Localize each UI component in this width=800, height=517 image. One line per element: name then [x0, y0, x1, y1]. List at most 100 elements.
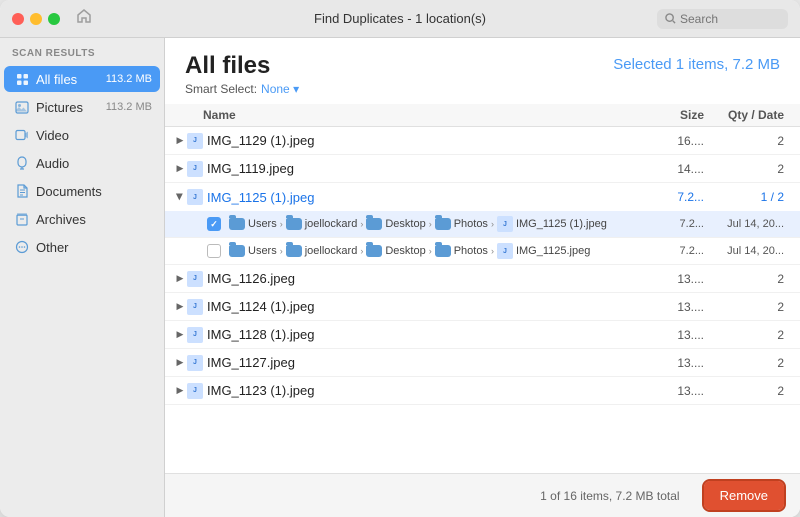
sidebar-item-documents[interactable]: Documents	[4, 178, 160, 204]
file-size: 13....	[644, 300, 704, 314]
home-icon[interactable]	[76, 8, 92, 29]
table-row: ▶ J IMG_1125 (1).jpeg 7.2... 1 / 2	[165, 183, 800, 211]
file-icon-jpeg: J	[187, 327, 203, 343]
bc-arrow: ›	[491, 246, 494, 256]
sidebar-item-audio[interactable]: Audio	[4, 150, 160, 176]
folder-icon	[229, 218, 245, 230]
smart-select-value[interactable]: None ▾	[261, 82, 299, 96]
breadcrumb-path: Users › joellockard › Desktop › Photos ›…	[229, 216, 644, 232]
sidebar-item-pictures[interactable]: Pictures 113.2 MB	[4, 94, 160, 120]
sidebar-item-all-files[interactable]: All files 113.2 MB	[4, 66, 160, 92]
checkbox-unchecked[interactable]	[205, 242, 223, 260]
expand-arrow[interactable]: ▶	[173, 134, 187, 148]
file-name: IMG_1126.jpeg	[207, 271, 644, 286]
remove-button[interactable]: Remove	[704, 481, 784, 510]
bc-text: Users	[248, 218, 277, 230]
expand-arrow[interactable]: ▶	[173, 328, 187, 342]
file-icon-jpeg: J	[187, 133, 203, 149]
expand-arrow[interactable]: ▶	[173, 190, 187, 204]
close-button[interactable]	[12, 13, 24, 25]
maximize-button[interactable]	[48, 13, 60, 25]
search-icon	[665, 13, 676, 24]
table-row: ▶ J IMG_1126.jpeg 13.... 2	[165, 265, 800, 293]
other-icon	[14, 239, 30, 255]
document-icon	[14, 183, 30, 199]
table-row: ▶ J IMG_1129 (1).jpeg 16.... 2	[165, 127, 800, 155]
sidebar-item-label: Audio	[36, 156, 152, 171]
folder-icon	[286, 245, 302, 257]
file-size: 13....	[644, 384, 704, 398]
table-row: ▶ J IMG_1119.jpeg 14.... 2	[165, 155, 800, 183]
sub-size: 7.2...	[644, 218, 704, 230]
file-icon-jpeg: J	[187, 383, 203, 399]
col-header-size: Size	[644, 108, 704, 122]
bc-arrow: ›	[491, 219, 494, 229]
file-size: 13....	[644, 328, 704, 342]
chevron-down-icon: ▾	[293, 82, 299, 96]
file-name: IMG_1127.jpeg	[207, 355, 644, 370]
folder-icon	[435, 245, 451, 257]
minimize-button[interactable]	[30, 13, 42, 25]
file-icon-jpeg: J	[497, 216, 513, 232]
sub-date: Jul 14, 20...	[704, 245, 784, 257]
video-icon	[14, 127, 30, 143]
sidebar-item-other[interactable]: Other	[4, 234, 160, 260]
table-sub-row: Users › joellockard › Desktop › Photos ›…	[165, 238, 800, 265]
sidebar-item-archives[interactable]: Archives	[4, 206, 160, 232]
file-size: 14....	[644, 162, 704, 176]
search-box[interactable]	[657, 9, 788, 29]
sidebar-item-label: All files	[36, 72, 100, 87]
file-icon-jpeg: J	[187, 161, 203, 177]
sidebar-item-video[interactable]: Video	[4, 122, 160, 148]
file-name: IMG_1128 (1).jpeg	[207, 327, 644, 342]
bc-text: Desktop	[385, 245, 425, 257]
sidebar-item-label: Video	[36, 128, 152, 143]
expand-arrow[interactable]: ▶	[173, 162, 187, 176]
search-input[interactable]	[680, 12, 780, 26]
sub-date: Jul 14, 20...	[704, 218, 784, 230]
checkbox-checked[interactable]	[205, 215, 223, 233]
expand-arrow[interactable]: ▶	[173, 300, 187, 314]
breadcrumb-path: Users › joellockard › Desktop › Photos ›…	[229, 243, 644, 259]
sidebar-item-label: Documents	[36, 184, 152, 199]
col-header-qty-date: Qty / Date	[704, 108, 784, 122]
table-sub-row: Users › joellockard › Desktop › Photos ›…	[165, 211, 800, 238]
traffic-lights	[12, 13, 60, 25]
file-qty: 1 / 2	[704, 190, 784, 204]
bc-arrow: ›	[360, 219, 363, 229]
file-name: IMG_1125 (1).jpeg	[207, 190, 644, 205]
folder-icon	[286, 218, 302, 230]
expand-arrow[interactable]: ▶	[173, 272, 187, 286]
footer: 1 of 16 items, 7.2 MB total Remove	[165, 473, 800, 517]
sidebar-item-size: 113.2 MB	[106, 101, 152, 113]
main-layout: Scan results All files 113.2 MB	[0, 38, 800, 517]
folder-icon	[366, 245, 382, 257]
bc-arrow: ›	[280, 219, 283, 229]
smart-select: Smart Select: None ▾	[185, 82, 299, 96]
grid-icon	[14, 71, 30, 87]
file-icon-jpeg: J	[187, 189, 203, 205]
table-row: ▶ J IMG_1124 (1).jpeg 13.... 2	[165, 293, 800, 321]
file-qty: 2	[704, 356, 784, 370]
expand-arrow[interactable]: ▶	[173, 356, 187, 370]
expand-arrow[interactable]: ▶	[173, 384, 187, 398]
content-header: All files Smart Select: None ▾ Selected …	[165, 38, 800, 104]
bc-arrow: ›	[429, 246, 432, 256]
window-title: Find Duplicates - 1 location(s)	[314, 11, 486, 26]
table-header: Name Size Qty / Date	[165, 104, 800, 127]
file-name: IMG_1119.jpeg	[207, 161, 644, 176]
col-header-name: Name	[203, 108, 644, 122]
file-qty: 2	[704, 384, 784, 398]
sidebar-section-label: Scan results	[0, 48, 164, 65]
table-row: ▶ J IMG_1127.jpeg 13.... 2	[165, 349, 800, 377]
folder-icon	[366, 218, 382, 230]
bc-arrow: ›	[280, 246, 283, 256]
file-name: IMG_1124 (1).jpeg	[207, 299, 644, 314]
file-size: 13....	[644, 356, 704, 370]
sidebar-item-size: 113.2 MB	[106, 73, 152, 85]
folder-icon	[229, 245, 245, 257]
main-window: Find Duplicates - 1 location(s) Scan res…	[0, 0, 800, 517]
sidebar: Scan results All files 113.2 MB	[0, 38, 165, 517]
bc-text: joellockard	[305, 245, 358, 257]
titlebar: Find Duplicates - 1 location(s)	[0, 0, 800, 38]
